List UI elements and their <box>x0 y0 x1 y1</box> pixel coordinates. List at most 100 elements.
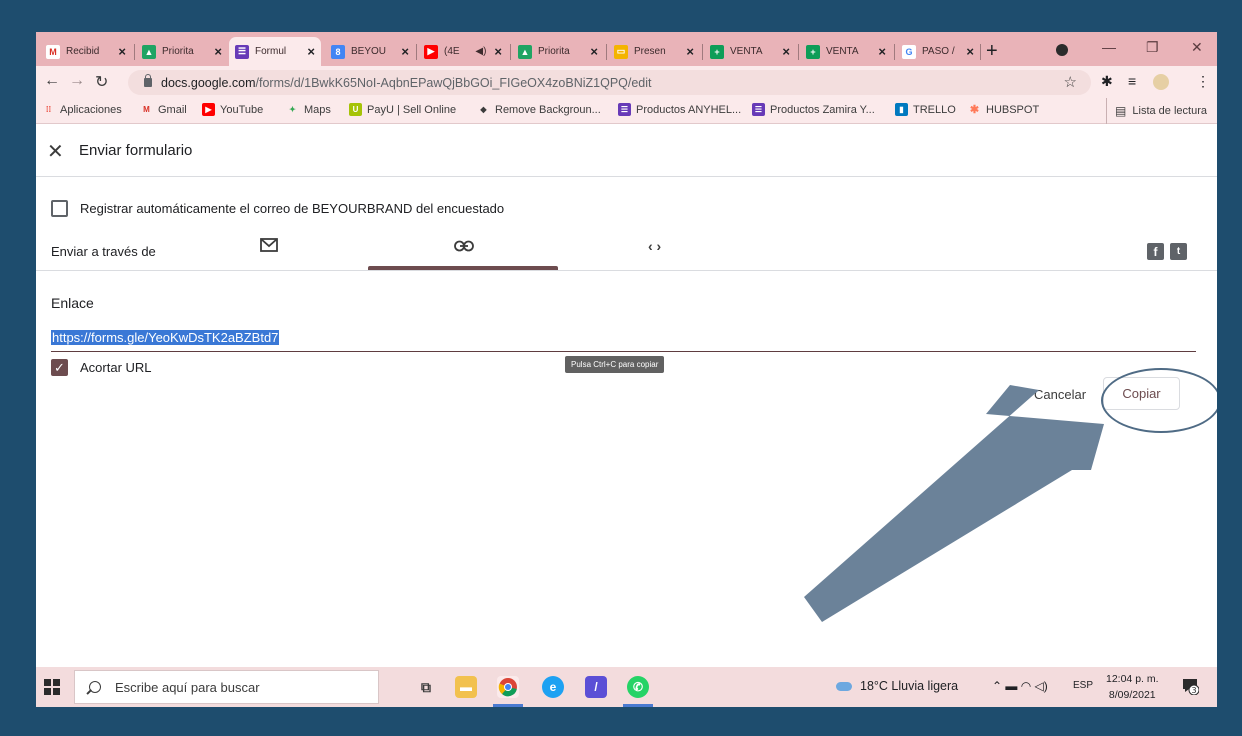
close-tab-icon[interactable]: × <box>307 44 315 59</box>
tab-ventas-2[interactable]: + VENTA × <box>800 37 892 66</box>
weather-widget[interactable]: 18°C Lluvia ligera <box>836 679 958 693</box>
bookmark-productos-zamira[interactable]: ☰ Productos Zamira Y... <box>752 103 875 116</box>
bookmark-trello[interactable]: ▮ TRELLO <box>895 103 956 116</box>
bookmark-payu[interactable]: U PayU | Sell Online <box>349 103 456 116</box>
tab-separator <box>134 44 135 60</box>
collect-email-option[interactable]: Registrar automáticamente el correo de B… <box>51 200 504 217</box>
bookmark-gmail[interactable]: M Gmail <box>140 103 187 116</box>
twitter-icon[interactable]: t <box>1170 243 1187 260</box>
collect-email-checkbox[interactable] <box>51 200 68 217</box>
whatsapp-icon[interactable]: ✆ <box>627 676 649 698</box>
calendar-icon: 8 <box>331 44 345 59</box>
link-tab-icon[interactable] <box>454 239 474 257</box>
close-tab-icon[interactable]: × <box>782 44 790 59</box>
notification-icon[interactable]: 3 <box>1181 677 1200 696</box>
address-bar[interactable]: docs.google.com/forms/d/1BwkK65NoI-AqbnE… <box>128 70 1091 95</box>
forms-icon: ☰ <box>235 44 249 59</box>
tab-strip: M Recibid × ▲ Priorita × ☰ Formul × 8 BE… <box>36 32 1217 66</box>
bookmark-label: Productos ANYHEL... <box>636 103 742 116</box>
reload-button[interactable]: ↻ <box>95 72 108 92</box>
email-tab-icon[interactable] <box>260 238 278 257</box>
menu-kebab-icon[interactable]: ⋮ <box>1196 73 1210 90</box>
url-domain: docs.google.com <box>161 75 256 90</box>
tab-label: Priorita <box>538 46 570 57</box>
tab-separator <box>416 44 417 60</box>
close-tab-icon[interactable]: × <box>494 44 502 59</box>
restore-button[interactable]: ❐ <box>1146 39 1159 56</box>
taskbar-search-placeholder: Escribe aquí para buscar <box>115 679 260 695</box>
bookmark-youtube[interactable]: ▶ YouTube <box>202 103 263 116</box>
minimize-button[interactable]: — <box>1102 39 1116 55</box>
facebook-icon[interactable]: f <box>1147 243 1164 260</box>
youtube-icon: ▶ <box>202 103 215 116</box>
close-tab-icon[interactable]: × <box>590 44 598 59</box>
close-tab-icon[interactable]: × <box>878 44 886 59</box>
tab-paso[interactable]: G PASO / × <box>896 37 980 66</box>
tab-label: PASO / <box>922 46 955 57</box>
system-tray-icons[interactable]: ⌃ ▬ ◠ ◁) <box>992 679 1048 693</box>
task-view-icon[interactable]: ⧉ <box>415 676 437 698</box>
cancel-button[interactable]: Cancelar <box>1034 387 1086 402</box>
copy-tooltip: Pulsa Ctrl+C para copiar <box>565 356 665 373</box>
close-tab-icon[interactable]: × <box>966 44 974 59</box>
url-path: /forms/d/1BwkK65NoI-AqbnEPawQjBbGOi_FIGe… <box>255 75 652 90</box>
taskbar-search-box[interactable]: Escribe aquí para buscar <box>74 670 379 704</box>
tab-label: VENTA <box>826 46 859 57</box>
gmail-icon: M <box>46 44 60 59</box>
shorten-url-option[interactable]: ✓ Acortar URL <box>51 359 152 376</box>
chrome-icon[interactable] <box>497 676 519 698</box>
bookmark-productos-anyhel[interactable]: ☰ Productos ANYHEL... <box>618 103 741 116</box>
tab-label: VENTA <box>730 46 763 57</box>
windows-start-icon[interactable] <box>44 679 60 695</box>
tab-separator <box>894 44 895 60</box>
tab-presentacion[interactable]: ▭ Presen × <box>608 37 700 66</box>
bookmark-remove-bg[interactable]: ◆ Remove Backgroun... <box>477 103 601 116</box>
drive-icon: ▲ <box>142 44 156 59</box>
new-tab-button[interactable]: + <box>986 40 998 63</box>
bookmark-hubspot[interactable]: ✱ HUBSPOT <box>968 103 1039 116</box>
reading-list-button[interactable]: ▤ Lista de lectura <box>1106 98 1217 124</box>
hubspot-icon: ✱ <box>968 103 981 116</box>
app-icon[interactable]: / <box>585 676 607 698</box>
close-tab-icon[interactable]: × <box>214 44 222 59</box>
shorten-url-checkbox[interactable]: ✓ <box>51 359 68 376</box>
tab-recibidos[interactable]: M Recibid × <box>40 37 132 66</box>
language-indicator[interactable]: ESP <box>1073 680 1093 691</box>
tab-ventas-1[interactable]: + VENTA × <box>704 37 796 66</box>
tab-priorita[interactable]: ▲ Priorita × <box>136 37 228 66</box>
slides-icon: ▭ <box>614 44 628 59</box>
forms-icon: ☰ <box>618 103 631 116</box>
collect-email-label: Registrar automáticamente el correo de B… <box>80 201 505 216</box>
tab-beyou[interactable]: 8 BEYOU × <box>325 37 415 66</box>
bookmark-star-icon[interactable]: ☆ <box>1064 73 1077 91</box>
file-explorer-icon[interactable]: ▬ <box>455 676 477 698</box>
close-window-button[interactable]: ✕ <box>1191 39 1203 56</box>
bookmark-label: PayU | Sell Online <box>367 103 457 116</box>
forms-icon: ☰ <box>752 103 765 116</box>
bookmark-maps[interactable]: ✦ Maps <box>286 103 331 116</box>
drive-icon: ▲ <box>518 44 532 59</box>
profile-avatar[interactable] <box>1153 74 1169 90</box>
close-dialog-icon[interactable]: ✕ <box>47 139 64 164</box>
tab-priorita-2[interactable]: ▲ Priorita × <box>512 37 604 66</box>
tab-formulario[interactable]: ☰ Formul × <box>229 37 321 66</box>
gmail-icon: M <box>140 103 153 116</box>
audio-icon[interactable]: ◀) <box>475 46 486 57</box>
link-field[interactable]: https://forms.gle/YeoKwDsTK2aBZBtd7 <box>51 328 1196 352</box>
tab-search-icon[interactable] <box>1056 44 1068 56</box>
forward-button[interactable]: → <box>69 72 85 90</box>
close-tab-icon[interactable]: × <box>118 44 126 59</box>
tab-separator <box>980 44 981 60</box>
shorten-url-label: Acortar URL <box>80 360 152 375</box>
reading-queue-icon[interactable]: ≡ <box>1128 73 1136 89</box>
clock[interactable]: 12:04 p. m. 8/09/2021 <box>1106 671 1159 703</box>
close-tab-icon[interactable]: × <box>401 44 409 59</box>
link-url-value[interactable]: https://forms.gle/YeoKwDsTK2aBZBtd7 <box>51 330 280 345</box>
extensions-icon[interactable]: ✱ <box>1101 73 1113 90</box>
edge-icon[interactable]: e <box>542 676 564 698</box>
back-button[interactable]: ← <box>44 72 60 90</box>
tab-youtube[interactable]: ▶ (4E ◀) × <box>418 37 508 66</box>
close-tab-icon[interactable]: × <box>686 44 694 59</box>
embed-code-tab-icon[interactable]: ‹ › <box>648 238 661 254</box>
bookmark-apps[interactable]: ⁞⁞ Aplicaciones <box>42 103 122 116</box>
